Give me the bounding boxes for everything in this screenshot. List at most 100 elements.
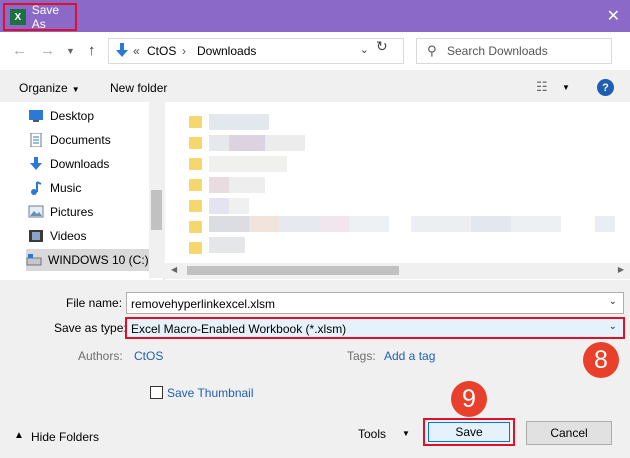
file-name-field[interactable]: removehyperlinkexcel.xlsm ⌄ xyxy=(126,292,624,314)
hide-folders-button[interactable]: Hide Folders xyxy=(31,430,99,444)
horizontal-scroll-thumb[interactable] xyxy=(187,266,399,275)
folder-icon[interactable] xyxy=(189,137,202,149)
music-icon xyxy=(31,181,42,195)
window-title: Save As xyxy=(31,3,60,31)
folder-icon[interactable] xyxy=(189,179,202,191)
forward-arrow-icon[interactable]: → xyxy=(40,42,55,59)
folder-icon[interactable] xyxy=(189,116,202,128)
overflow-chevron-icon[interactable]: « xyxy=(133,44,140,58)
sidebar-item-documents[interactable]: Documents xyxy=(28,129,152,151)
sidebar-item-label: WINDOWS 10 (C:) xyxy=(48,253,149,267)
search-input[interactable] xyxy=(447,44,607,58)
sidebar-item-pictures[interactable]: Pictures xyxy=(28,201,152,223)
excel-icon: X xyxy=(10,9,26,25)
sidebar-item-music[interactable]: Music xyxy=(28,177,152,199)
blurred-filename xyxy=(471,216,511,232)
step-8-badge: 8 xyxy=(583,342,619,378)
new-folder-button[interactable]: New folder xyxy=(110,81,167,95)
refresh-icon[interactable]: ↻ xyxy=(376,38,388,55)
save-highlight: Save xyxy=(423,418,515,446)
navigation-bar: ← → ▼ ↑ « CtOS › Downloads ⌄ ↻ ⚲ xyxy=(0,32,630,70)
save-thumbnail-label[interactable]: Save Thumbnail xyxy=(167,386,254,400)
organize-dropdown-icon: ▼ xyxy=(71,85,80,94)
blurred-filename xyxy=(595,216,615,232)
sidebar-item-desktop[interactable]: Desktop xyxy=(28,105,152,127)
save-button[interactable]: Save xyxy=(428,422,510,442)
view-options-icon[interactable]: ☷ xyxy=(536,79,548,95)
file-list xyxy=(165,102,630,280)
blurred-filename xyxy=(349,216,389,232)
blurred-filename xyxy=(229,198,249,214)
back-arrow-icon[interactable]: ← xyxy=(12,42,27,59)
address-dropdown-icon[interactable]: ⌄ xyxy=(360,43,369,56)
blurred-filename xyxy=(209,114,269,130)
save-thumbnail-checkbox[interactable] xyxy=(150,386,163,399)
scroll-left-icon[interactable]: ◀ xyxy=(171,265,177,274)
sidebar-scrollbar[interactable] xyxy=(149,102,164,278)
tools-dropdown-icon[interactable]: ▼ xyxy=(402,429,410,438)
breadcrumb-downloads[interactable]: Downloads xyxy=(197,44,256,58)
documents-icon xyxy=(30,133,42,147)
save-as-type-dropdown-icon[interactable]: ⌄ xyxy=(609,321,617,332)
pictures-icon xyxy=(28,205,44,218)
authors-label: Authors: xyxy=(78,349,123,363)
navigation-pane: Desktop Documents Downloads Music Pictur… xyxy=(0,102,164,280)
sidebar-item-videos[interactable]: Videos xyxy=(28,225,152,247)
add-tag-link[interactable]: Add a tag xyxy=(384,349,435,363)
sidebar-item-label: Downloads xyxy=(50,157,110,171)
close-icon[interactable]: ✕ xyxy=(607,6,620,26)
authors-link[interactable]: CtOS xyxy=(134,349,163,363)
file-name-dropdown-icon[interactable]: ⌄ xyxy=(609,296,617,307)
folder-icon[interactable] xyxy=(189,242,202,254)
blurred-filename xyxy=(209,156,287,172)
sidebar-scroll-thumb[interactable] xyxy=(151,190,162,230)
blurred-filename xyxy=(209,135,229,151)
blurred-filename xyxy=(209,177,229,193)
cancel-button[interactable]: Cancel xyxy=(526,421,612,445)
address-bar[interactable]: « CtOS › Downloads ⌄ xyxy=(108,38,404,64)
sidebar-item-label: Videos xyxy=(50,229,87,243)
downloads-folder-icon xyxy=(116,43,128,57)
sidebar-item-label: Desktop xyxy=(50,109,95,123)
title-highlight: X Save As xyxy=(3,3,77,31)
folder-icon[interactable] xyxy=(189,200,202,212)
sidebar-item-label: Music xyxy=(50,181,82,195)
folder-icon[interactable] xyxy=(189,221,202,233)
tools-menu[interactable]: Tools xyxy=(358,427,386,441)
scroll-right-icon[interactable]: ▶ xyxy=(618,265,624,274)
save-as-type-value: Excel Macro-Enabled Workbook (*.xlsm) xyxy=(131,322,347,336)
blurred-filename xyxy=(209,237,245,253)
tags-label: Tags: xyxy=(347,349,376,363)
blurred-filename xyxy=(209,216,249,232)
blurred-filename xyxy=(511,216,561,232)
sidebar-item-windows-drive[interactable]: WINDOWS 10 (C:) xyxy=(26,249,150,271)
blurred-filename xyxy=(279,216,319,232)
blurred-filename xyxy=(209,198,229,214)
organize-menu[interactable]: Organize ▼ xyxy=(19,81,80,95)
organize-label: Organize xyxy=(19,81,68,95)
help-icon[interactable]: ? xyxy=(597,79,614,96)
file-name-value: removehyperlinkexcel.xlsm xyxy=(131,297,276,311)
recent-locations-icon[interactable]: ▼ xyxy=(66,46,75,56)
sidebar-item-label: Documents xyxy=(50,133,111,147)
sidebar-item-downloads[interactable]: Downloads xyxy=(28,153,152,175)
view-dropdown-icon[interactable]: ▼ xyxy=(562,83,570,92)
blurred-filename xyxy=(411,216,471,232)
videos-icon xyxy=(29,230,43,242)
search-box[interactable]: ⚲ xyxy=(416,38,612,64)
save-as-type-select[interactable]: Excel Macro-Enabled Workbook (*.xlsm) ⌄ xyxy=(125,317,625,339)
hide-folders-icon[interactable]: ▲ xyxy=(14,430,24,441)
toolbar: Organize ▼ New folder ☷ ▼ xyxy=(0,72,630,102)
folder-icon[interactable] xyxy=(189,158,202,170)
breadcrumb-ctos[interactable]: CtOS xyxy=(147,44,176,58)
search-icon: ⚲ xyxy=(427,43,437,58)
drive-icon xyxy=(26,254,42,266)
sidebar-item-label: Pictures xyxy=(50,205,94,219)
desktop-icon xyxy=(29,110,43,122)
breadcrumb-separator-icon: › xyxy=(182,44,186,58)
file-name-label: File name: xyxy=(66,296,123,310)
horizontal-scrollbar[interactable]: ◀ ▶ xyxy=(165,263,630,279)
blurred-filename xyxy=(265,135,305,151)
up-arrow-icon[interactable]: ↑ xyxy=(88,42,96,59)
blurred-filename xyxy=(229,135,265,151)
